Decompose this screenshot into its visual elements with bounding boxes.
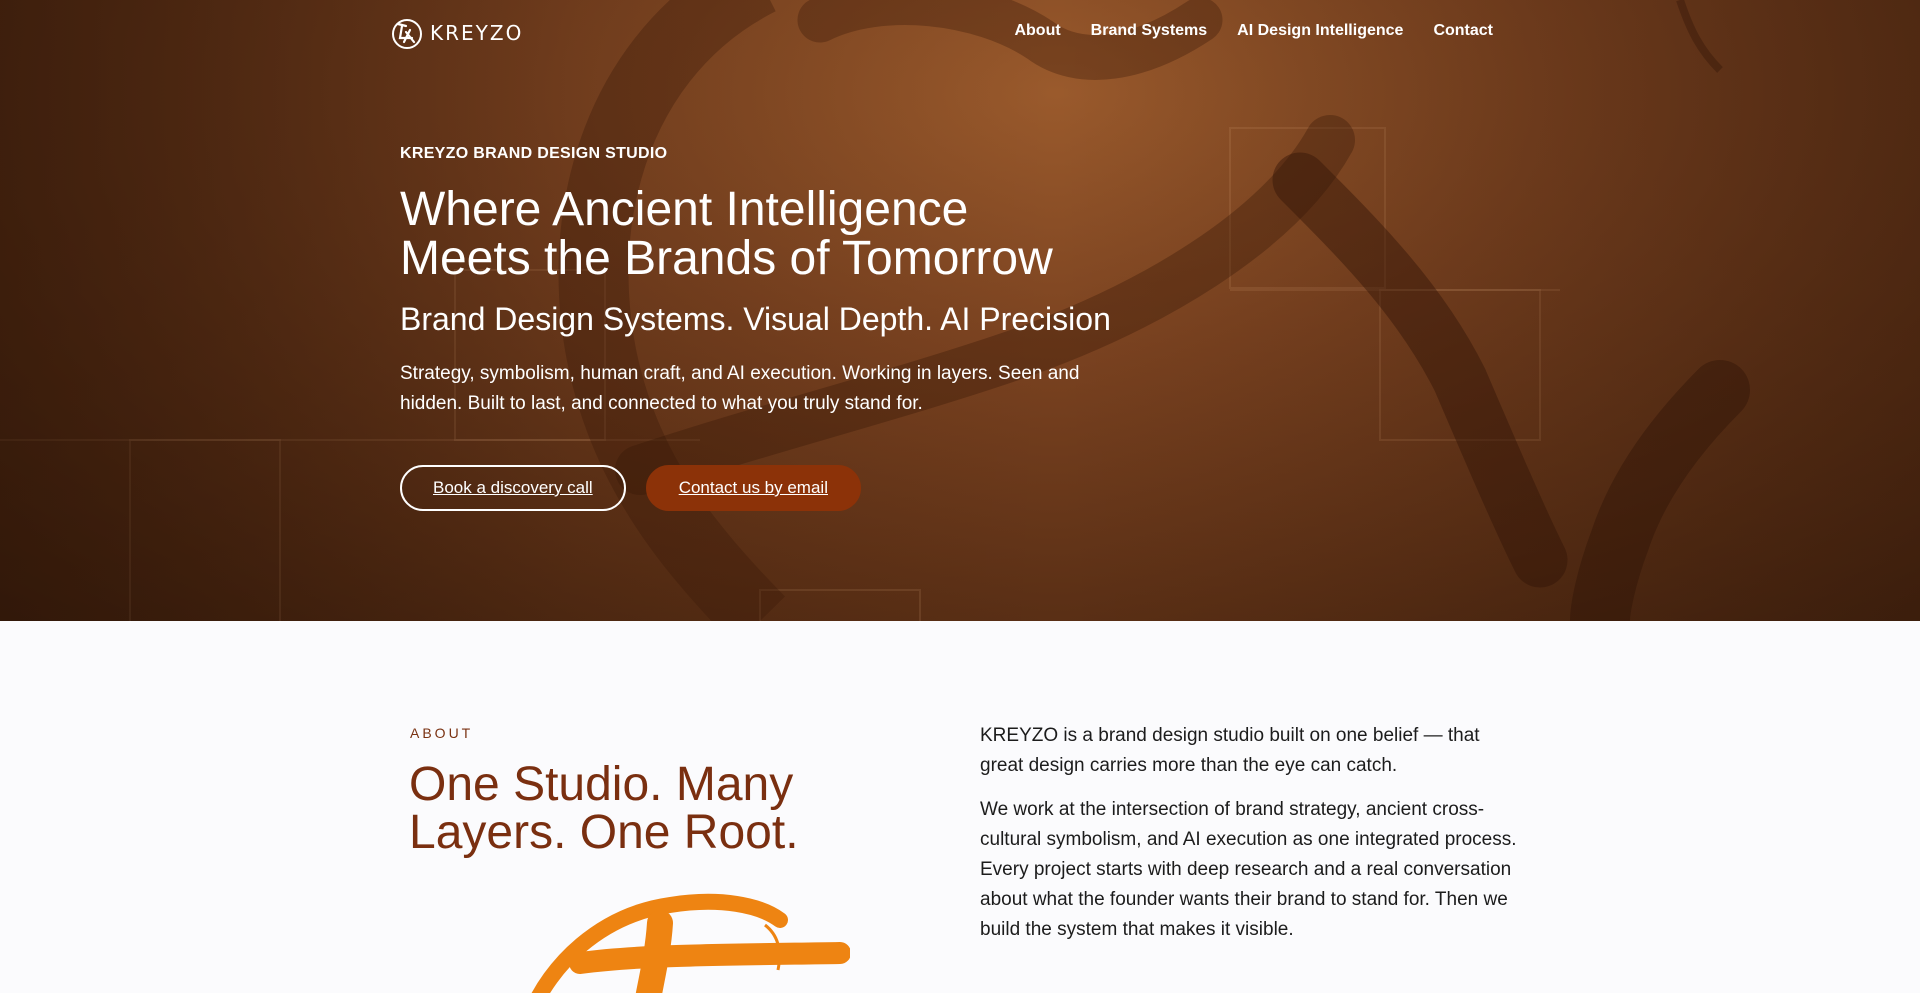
hero-section: KREYZO About Brand Systems AI Design Int…	[0, 0, 1920, 621]
hero-content: KREYZO BRAND DESIGN STUDIO Where Ancient…	[400, 145, 1160, 419]
about-title: One Studio. Many Layers. One Root.	[409, 761, 869, 857]
hero-title-line-1: Where Ancient Intelligence	[400, 183, 969, 236]
hero-actions: Book a discovery call Contact us by emai…	[400, 465, 861, 511]
top-navigation: KREYZO About Brand Systems AI Design Int…	[0, 0, 1920, 66]
about-eyebrow: ABOUT	[410, 725, 474, 741]
nav-link-brand-systems[interactable]: Brand Systems	[1091, 22, 1208, 40]
hero-description: Strategy, symbolism, human craft, and AI…	[400, 363, 1080, 414]
hero-title-line-2: Meets the Brands of Tomorrow	[400, 232, 1053, 285]
nav-link-ai-design-intelligence[interactable]: AI Design Intelligence	[1237, 22, 1403, 40]
kreyzo-glyph-icon	[392, 19, 422, 49]
brand-name: KREYZO	[430, 21, 524, 45]
book-discovery-call-button[interactable]: Book a discovery call	[400, 465, 626, 511]
nav-link-about[interactable]: About	[1014, 22, 1060, 40]
hero-title: Where Ancient Intelligence Meets the Bra…	[400, 185, 1160, 283]
about-title-line-1: One Studio. Many	[409, 758, 794, 811]
about-paragraph-2: We work at the intersection of brand str…	[980, 799, 1517, 940]
hero-eyebrow: KREYZO BRAND DESIGN STUDIO	[400, 145, 668, 162]
nav-link-contact[interactable]: Contact	[1433, 22, 1493, 40]
about-copy: KREYZO is a brand design studio built on…	[980, 721, 1520, 959]
hero-subtitle: Brand Design Systems. Visual Depth. AI P…	[400, 301, 1111, 337]
brush-symbol-art	[531, 893, 850, 993]
brand-logo[interactable]: KREYZO	[390, 16, 523, 50]
about-section: ABOUT One Studio. Many Layers. One Root.…	[0, 621, 1920, 993]
contact-by-email-button[interactable]: Contact us by email	[645, 465, 861, 511]
about-title-line-2: Layers. One Root.	[409, 806, 799, 859]
about-paragraph-1: KREYZO is a brand design studio built on…	[980, 725, 1480, 776]
nav-links: About Brand Systems AI Design Intelligen…	[1014, 22, 1493, 40]
